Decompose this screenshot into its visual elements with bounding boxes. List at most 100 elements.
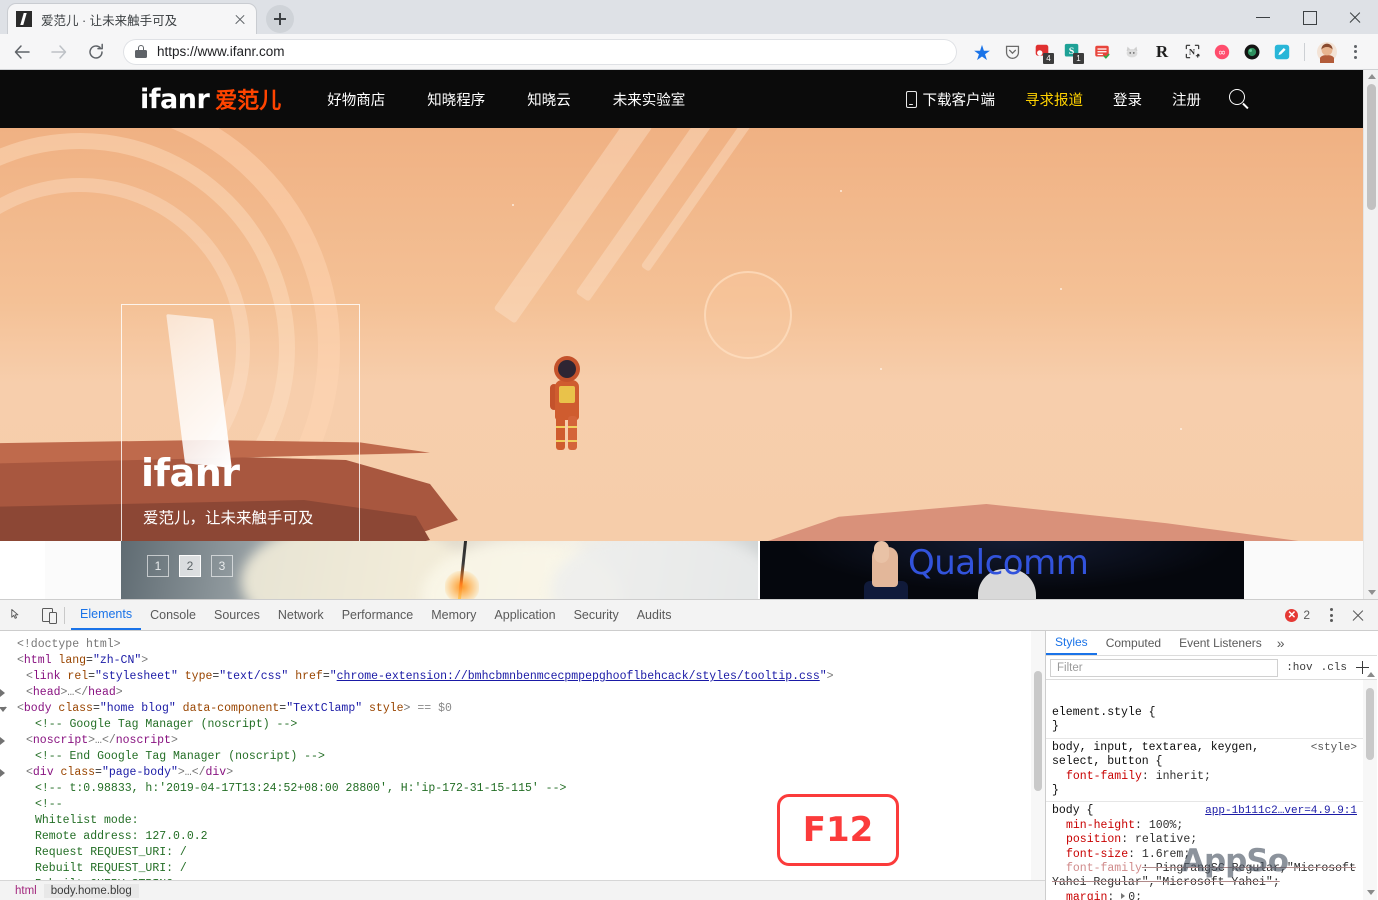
devtools-tab-performance[interactable]: Performance bbox=[333, 600, 423, 630]
styles-tab-styles[interactable]: Styles bbox=[1046, 631, 1097, 655]
page-scrollbar-thumb[interactable] bbox=[1367, 84, 1376, 210]
new-tab-button[interactable] bbox=[266, 5, 294, 33]
r-extension-icon[interactable]: R bbox=[1149, 39, 1175, 65]
forward-arrow-icon[interactable] bbox=[44, 37, 74, 67]
styles-more-tabs-icon[interactable]: » bbox=[1271, 635, 1291, 651]
device-toolbar-icon[interactable] bbox=[34, 602, 60, 628]
inspect-element-icon[interactable] bbox=[4, 602, 30, 628]
breadcrumb-item-body[interactable]: body.home.blog bbox=[44, 884, 139, 898]
chevron-right-icon[interactable] bbox=[0, 689, 5, 697]
style-rule-selector[interactable]: element.style { bbox=[1052, 706, 1357, 720]
devtools-tab-elements[interactable]: Elements bbox=[71, 600, 141, 630]
hero-banner[interactable]: ifanr 爱范儿，让未来触手可及 bbox=[0, 128, 1363, 541]
styles-scrollbar-thumb[interactable] bbox=[1366, 688, 1374, 760]
hover-state-toggle[interactable]: :hov bbox=[1286, 662, 1312, 674]
edit-extension-icon[interactable] bbox=[1269, 39, 1295, 65]
dom-node-line[interactable]: <div class="page-body">…</div> bbox=[0, 765, 1045, 781]
devtools-tab-security[interactable]: Security bbox=[565, 600, 628, 630]
styles-scrollbar[interactable] bbox=[1363, 680, 1377, 900]
avatar[interactable] bbox=[1314, 39, 1340, 65]
chrome-menu-icon[interactable] bbox=[1342, 39, 1368, 65]
devtools-tab-console[interactable]: Console bbox=[141, 600, 205, 630]
carousel-slide-rocket[interactable]: 1 2 3 bbox=[121, 541, 758, 599]
carousel-page-2[interactable]: 2 bbox=[179, 555, 201, 577]
chevron-right-icon[interactable] bbox=[0, 769, 5, 777]
back-arrow-icon[interactable] bbox=[7, 37, 37, 67]
dom-node-line[interactable]: <!doctype html> bbox=[0, 637, 1045, 653]
close-icon[interactable] bbox=[232, 11, 248, 27]
minimize-icon[interactable] bbox=[1240, 0, 1286, 34]
evernote-extension-icon[interactable]: S 1 bbox=[1059, 39, 1085, 65]
style-declaration[interactable]: min-height: 100%; bbox=[1052, 819, 1357, 833]
carousel-slide-qualcomm[interactable]: Qualcomm bbox=[760, 541, 1244, 599]
reload-icon[interactable] bbox=[81, 37, 111, 67]
address-bar[interactable]: https://www.ifanr.com bbox=[123, 39, 957, 65]
devtools-tab-application[interactable]: Application bbox=[485, 600, 564, 630]
styles-tab-computed[interactable]: Computed bbox=[1097, 631, 1170, 655]
camera-extension-icon[interactable] bbox=[1239, 39, 1265, 65]
close-devtools-icon[interactable] bbox=[1346, 603, 1370, 627]
error-count: 2 bbox=[1303, 608, 1310, 622]
nav-item-lab[interactable]: 未来实验室 bbox=[613, 89, 686, 110]
dom-scrollbar[interactable] bbox=[1031, 631, 1045, 900]
style-declaration[interactable]: margin: 0; bbox=[1052, 891, 1357, 900]
scroll-up-arrow-icon[interactable] bbox=[1368, 74, 1376, 79]
styles-scroll-down-icon[interactable] bbox=[1367, 890, 1375, 895]
dom-node-line[interactable]: <!-- End Google Tag Manager (noscript) -… bbox=[0, 749, 1045, 765]
styles-filter-input[interactable]: Filter bbox=[1050, 659, 1278, 677]
nav-item-seek-coverage[interactable]: 寻求报道 bbox=[1025, 89, 1083, 110]
infinity-extension-icon[interactable]: ∞ bbox=[1209, 39, 1235, 65]
dom-node-line[interactable]: ···<body class="home blog" data-componen… bbox=[0, 701, 1045, 717]
style-value: : 100%; bbox=[1135, 819, 1183, 832]
nav-item-download-app[interactable]: 下载客户端 bbox=[906, 89, 996, 110]
nav-item-login[interactable]: 登录 bbox=[1113, 89, 1142, 110]
site-logo[interactable]: ifanr 爱范儿 bbox=[140, 83, 281, 115]
clipboard-note-extension-icon[interactable] bbox=[1089, 39, 1115, 65]
bookmark-star-icon[interactable]: ★ bbox=[969, 39, 995, 65]
nav-item-miniprogram[interactable]: 知晓程序 bbox=[427, 89, 485, 110]
pocket-shield-icon[interactable] bbox=[999, 39, 1025, 65]
style-rule[interactable]: <style>body, input, textarea, keygen,sel… bbox=[1046, 739, 1363, 803]
nav-item-register[interactable]: 注册 bbox=[1172, 89, 1201, 110]
devtools-tab-network[interactable]: Network bbox=[269, 600, 333, 630]
chevron-right-icon[interactable] bbox=[0, 737, 5, 745]
dom-node-line[interactable]: <noscript>…</noscript> bbox=[0, 733, 1045, 749]
maximize-icon[interactable] bbox=[1286, 0, 1332, 34]
error-count-badge[interactable]: ✕ 2 bbox=[1285, 608, 1310, 622]
search-button[interactable] bbox=[1229, 89, 1245, 109]
browser-tab[interactable]: 爱范儿 · 让未来触手可及 bbox=[8, 4, 256, 34]
more-options-icon[interactable] bbox=[1320, 603, 1342, 627]
dom-node-line[interactable]: <!-- Google Tag Manager (noscript) --> bbox=[0, 717, 1045, 733]
close-icon[interactable] bbox=[1332, 0, 1378, 34]
devtools-tab-audits[interactable]: Audits bbox=[628, 600, 681, 630]
style-rule-close: } bbox=[1052, 720, 1357, 734]
browser-toolbar: https://www.ifanr.com ★ 4 S 1 R bbox=[0, 34, 1378, 70]
class-editor-toggle[interactable]: .cls bbox=[1321, 662, 1347, 674]
dom-node-line[interactable]: <link rel="stylesheet" type="text/css" h… bbox=[0, 669, 1045, 685]
cat-extension-icon[interactable] bbox=[1119, 39, 1145, 65]
devtools-tab-sources[interactable]: Sources bbox=[205, 600, 269, 630]
carousel-page-3[interactable]: 3 bbox=[211, 555, 233, 577]
breadcrumb-item-html[interactable]: html bbox=[8, 884, 44, 898]
styles-scroll-up-icon[interactable] bbox=[1367, 672, 1375, 677]
moon-decoration bbox=[704, 271, 792, 359]
chevron-down-icon[interactable] bbox=[0, 707, 7, 712]
nav-item-store[interactable]: 好物商店 bbox=[327, 89, 385, 110]
dom-node-line[interactable]: <head>…</head> bbox=[0, 685, 1045, 701]
notion-clipper-extension-icon[interactable]: N bbox=[1179, 39, 1205, 65]
styles-tab-event-listeners[interactable]: Event Listeners bbox=[1170, 631, 1271, 655]
carousel-page-1[interactable]: 1 bbox=[147, 555, 169, 577]
style-property: min-height bbox=[1052, 819, 1135, 833]
red-bubble-extension-icon[interactable]: 4 bbox=[1029, 39, 1055, 65]
scroll-down-arrow-icon[interactable] bbox=[1368, 590, 1376, 595]
style-rule[interactable]: element.style {} bbox=[1046, 704, 1363, 739]
style-rule-source[interactable]: app-1b111c2…ver=4.9.9:1 bbox=[1205, 804, 1357, 818]
dom-scrollbar-thumb[interactable] bbox=[1034, 671, 1042, 791]
tab-title: 爱范儿 · 让未来触手可及 bbox=[41, 10, 226, 29]
nav-item-cloud[interactable]: 知晓云 bbox=[527, 89, 571, 110]
style-declaration[interactable]: font-family: inherit; bbox=[1052, 770, 1357, 784]
dom-node-line[interactable]: <html lang="zh-CN"> bbox=[0, 653, 1045, 669]
carousel-right-gutter bbox=[1244, 541, 1363, 599]
devtools-tab-memory[interactable]: Memory bbox=[422, 600, 485, 630]
page-scrollbar[interactable] bbox=[1363, 70, 1378, 599]
